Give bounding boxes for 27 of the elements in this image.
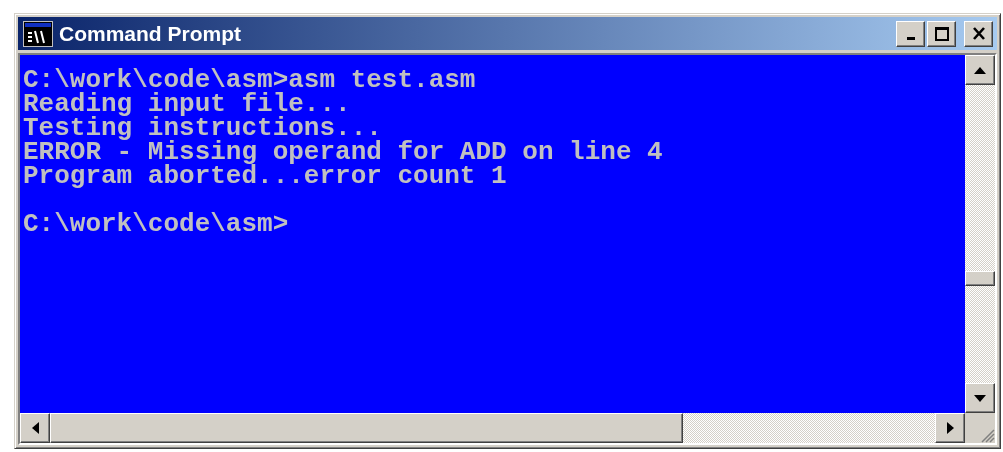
- close-icon: [971, 27, 986, 40]
- scroll-down-button[interactable]: [965, 383, 995, 413]
- right-arrow-icon: [946, 422, 954, 434]
- maximize-icon: [934, 26, 949, 41]
- scroll-thumb[interactable]: [50, 413, 683, 443]
- vertical-scrollbar[interactable]: [965, 55, 995, 413]
- up-arrow-icon: [974, 66, 986, 74]
- scroll-right-button[interactable]: [935, 413, 965, 443]
- resize-grip-icon[interactable]: [979, 427, 995, 443]
- horizontal-scrollbar[interactable]: [20, 413, 965, 443]
- minimize-icon: [906, 37, 915, 40]
- minimize-button[interactable]: [896, 20, 925, 47]
- close-button[interactable]: [964, 20, 993, 47]
- scroll-left-button[interactable]: [20, 413, 50, 443]
- console-line: C:\work\code\asm>asm test.asm: [23, 68, 476, 92]
- down-arrow-icon: [974, 394, 986, 402]
- left-arrow-icon: [31, 422, 39, 434]
- window-title: Command Prompt: [59, 21, 242, 46]
- console-line: Reading input file...: [23, 92, 351, 116]
- console-line: Testing instructions...: [23, 116, 382, 140]
- console-line: C:\work\code\asm>: [23, 212, 289, 236]
- console-line: ERROR - Missing operand for ADD on line 4: [23, 140, 663, 164]
- console-icon: [23, 20, 53, 47]
- maximize-button[interactable]: [927, 20, 956, 47]
- scroll-up-button[interactable]: [965, 55, 995, 85]
- console-line: Program aborted...error count 1: [23, 164, 507, 188]
- scroll-thumb[interactable]: [965, 271, 995, 286]
